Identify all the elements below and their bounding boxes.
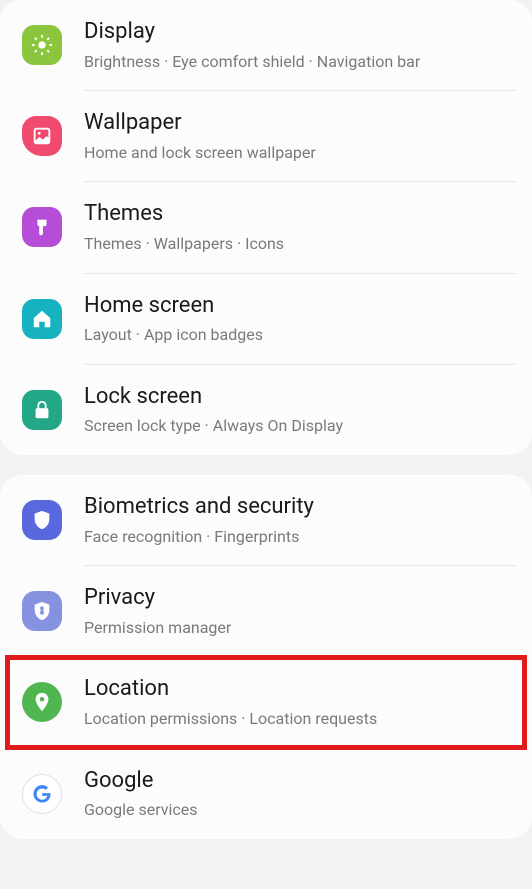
item-text: Lock screen Screen lock type · Always On… xyxy=(84,383,514,437)
item-subtitle: Permission manager xyxy=(84,617,514,639)
settings-item-lock-screen[interactable]: Lock screen Screen lock type · Always On… xyxy=(0,365,532,455)
item-title: Privacy xyxy=(84,584,514,613)
settings-item-biometrics[interactable]: Biometrics and security Face recognition… xyxy=(0,475,532,565)
item-title: Location xyxy=(84,675,514,704)
item-title: Home screen xyxy=(84,292,514,321)
item-text: Privacy Permission manager xyxy=(84,584,514,638)
item-text: Themes Themes · Wallpapers · Icons xyxy=(84,200,514,254)
item-title: Display xyxy=(84,18,514,47)
item-subtitle: Themes · Wallpapers · Icons xyxy=(84,233,514,255)
display-icon xyxy=(22,25,62,65)
item-subtitle: Layout · App icon badges xyxy=(84,324,514,346)
item-text: Location Location permissions · Location… xyxy=(84,675,514,729)
item-subtitle: Screen lock type · Always On Display xyxy=(84,415,514,437)
lock-icon xyxy=(22,390,62,430)
settings-item-themes[interactable]: Themes Themes · Wallpapers · Icons xyxy=(0,182,532,272)
wallpaper-icon xyxy=(22,116,62,156)
settings-item-location[interactable]: Location Location permissions · Location… xyxy=(0,657,532,747)
item-subtitle: Location permissions · Location requests xyxy=(84,708,514,730)
item-text: Google Google services xyxy=(84,767,514,821)
item-text: Wallpaper Home and lock screen wallpaper xyxy=(84,109,514,163)
privacy-shield-icon xyxy=(22,591,62,631)
item-title: Themes xyxy=(84,200,514,229)
location-pin-icon xyxy=(22,682,62,722)
item-title: Google xyxy=(84,767,514,796)
shield-icon xyxy=(22,500,62,540)
themes-icon xyxy=(22,207,62,247)
settings-item-display[interactable]: Display Brightness · Eye comfort shield … xyxy=(0,0,532,90)
item-subtitle: Home and lock screen wallpaper xyxy=(84,142,514,164)
item-subtitle: Google services xyxy=(84,799,514,821)
item-title: Biometrics and security xyxy=(84,493,514,522)
item-subtitle: Brightness · Eye comfort shield · Naviga… xyxy=(84,51,514,73)
highlight-box: Location Location permissions · Location… xyxy=(0,657,532,747)
item-title: Wallpaper xyxy=(84,109,514,138)
settings-group-display: Display Brightness · Eye comfort shield … xyxy=(0,0,532,455)
settings-group-security: Biometrics and security Face recognition… xyxy=(0,475,532,839)
settings-item-privacy[interactable]: Privacy Permission manager xyxy=(0,566,532,656)
item-text: Home screen Layout · App icon badges xyxy=(84,292,514,346)
item-subtitle: Face recognition · Fingerprints xyxy=(84,526,514,548)
google-icon xyxy=(22,774,62,814)
item-title: Lock screen xyxy=(84,383,514,412)
settings-item-wallpaper[interactable]: Wallpaper Home and lock screen wallpaper xyxy=(0,91,532,181)
item-text: Display Brightness · Eye comfort shield … xyxy=(84,18,514,72)
settings-item-google[interactable]: Google Google services xyxy=(0,749,532,839)
item-text: Biometrics and security Face recognition… xyxy=(84,493,514,547)
home-icon xyxy=(22,299,62,339)
settings-item-home-screen[interactable]: Home screen Layout · App icon badges xyxy=(0,274,532,364)
